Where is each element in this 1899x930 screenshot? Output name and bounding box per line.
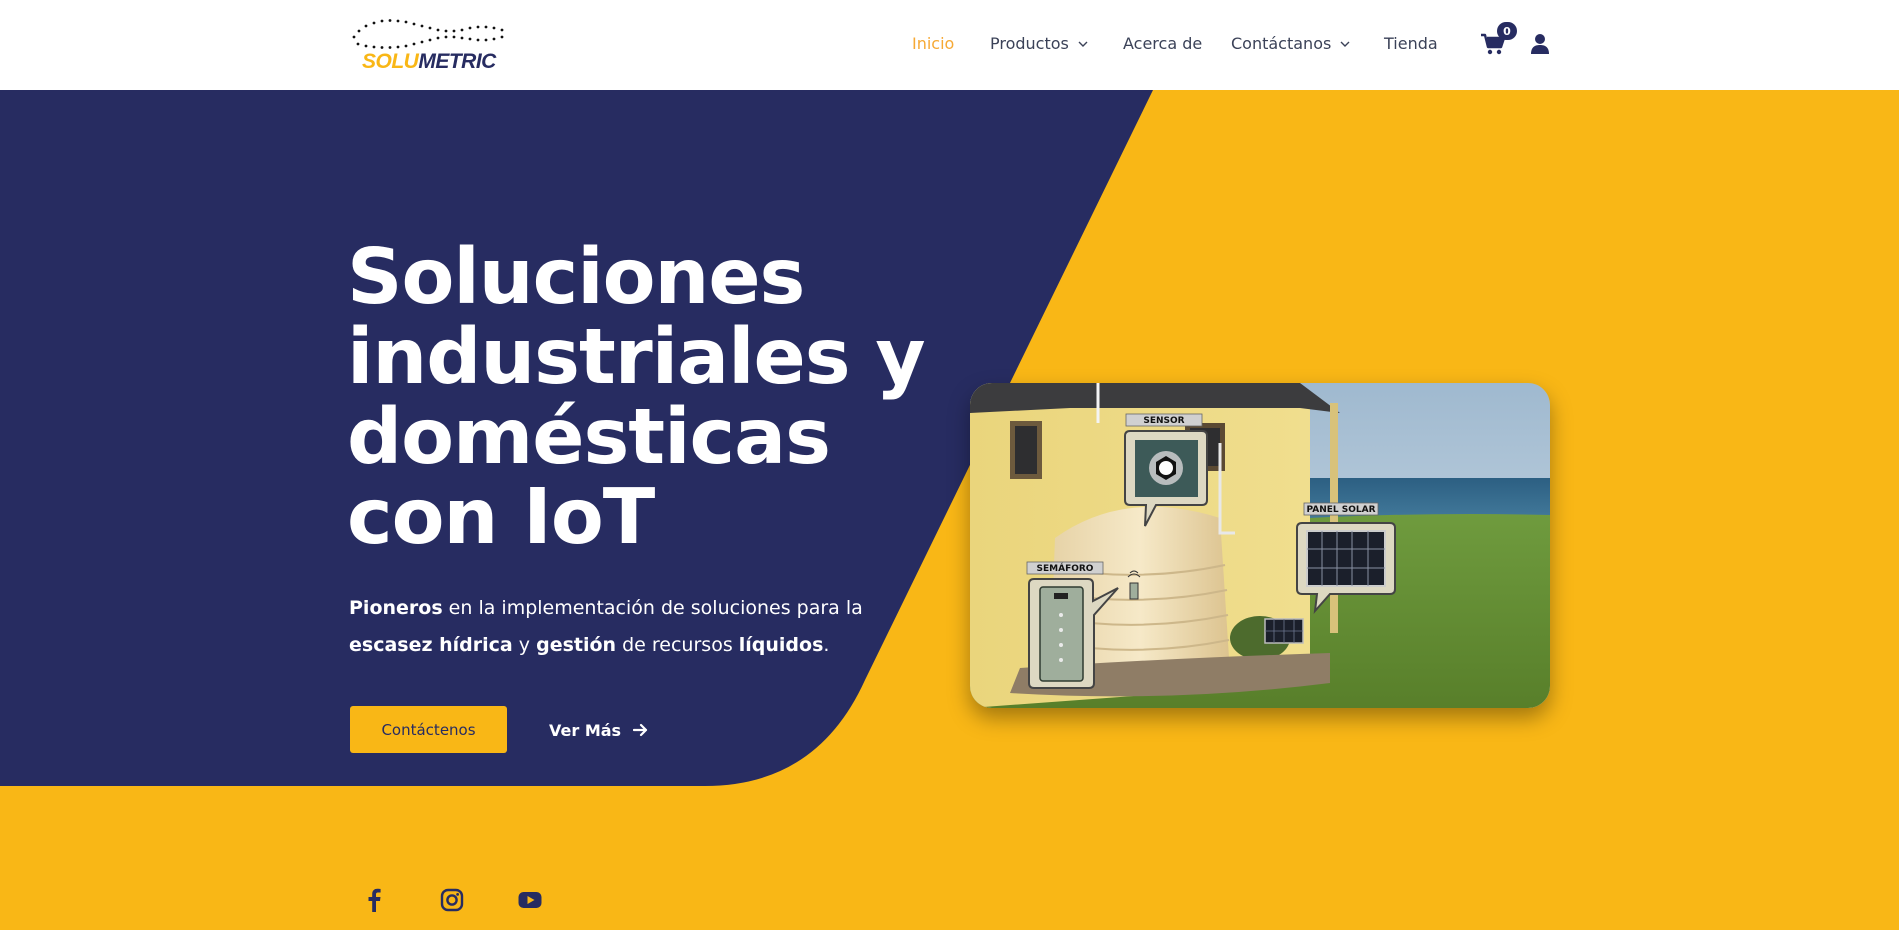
nav-label-acerca: Acerca de — [1123, 34, 1203, 53]
subtitle-bold-4: líquidos — [738, 634, 824, 656]
semaforo-label: SEMÁFORO — [1037, 562, 1094, 574]
hero-background — [0, 90, 1899, 930]
subtitle-bold-3: gestión — [536, 634, 617, 656]
sensor-label: SENSOR — [1143, 416, 1184, 426]
chevron-down-icon — [1340, 41, 1350, 47]
facebook-icon[interactable] — [361, 887, 387, 913]
subtitle-text-3: de recursos — [616, 634, 739, 656]
nav-item-contactanos[interactable]: Contáctanos — [1231, 34, 1351, 53]
nav-label-contactanos: Contáctanos — [1231, 34, 1332, 53]
nav-item-acerca[interactable]: Acerca de — [1123, 34, 1202, 53]
contact-button[interactable]: Contáctenos — [350, 706, 507, 753]
nav-item-inicio[interactable]: Inicio — [912, 34, 954, 53]
logo-part-metric: METRIC — [418, 50, 496, 73]
instagram-icon[interactable] — [439, 887, 465, 913]
nav-label-tienda: Tienda — [1384, 34, 1438, 53]
iot-illustration-card: SENSOR PANEL SOLAR SEMÁFORO — [970, 383, 1550, 708]
solumetric-logo[interactable]: SOLUMETRIC — [350, 17, 510, 73]
subtitle-text-1: en la implementación de soluciones para … — [442, 597, 863, 619]
subtitle-bold-1: Pioneros — [349, 597, 443, 619]
subtitle-text-2: y — [512, 634, 537, 656]
see-more-link[interactable]: Ver Más — [549, 718, 648, 742]
nav-label-productos: Productos — [990, 34, 1069, 53]
logo-wordmark: SOLUMETRIC — [362, 51, 496, 72]
solar-panel-label: PANEL SOLAR — [1306, 505, 1375, 515]
user-icon[interactable] — [1530, 33, 1550, 55]
see-more-label: Ver Más — [549, 720, 622, 740]
iot-illustration: SENSOR PANEL SOLAR SEMÁFORO — [970, 383, 1550, 708]
nav-item-productos[interactable]: Productos — [990, 34, 1089, 53]
subtitle-bold-2: escasez hídrica — [349, 634, 513, 656]
hero-title: Soluciones industriales y domésticas con… — [347, 233, 926, 562]
arrow-right-icon — [633, 723, 648, 737]
hero-subtitle: Pioneros en la implementación de solucio… — [349, 590, 869, 664]
cart-count-badge: 0 — [1497, 22, 1517, 40]
logo-dots-graphic — [352, 19, 504, 49]
site-header: SOLUMETRIC Inicio Productos Acerca de Co… — [0, 0, 1899, 90]
nav-item-tienda[interactable]: Tienda — [1384, 34, 1438, 53]
chevron-down-icon — [1078, 41, 1088, 47]
logo-part-solu: SOLU — [362, 50, 419, 73]
nav-label-inicio: Inicio — [912, 34, 955, 53]
youtube-icon[interactable] — [517, 887, 543, 913]
subtitle-text-4: . — [823, 634, 830, 656]
